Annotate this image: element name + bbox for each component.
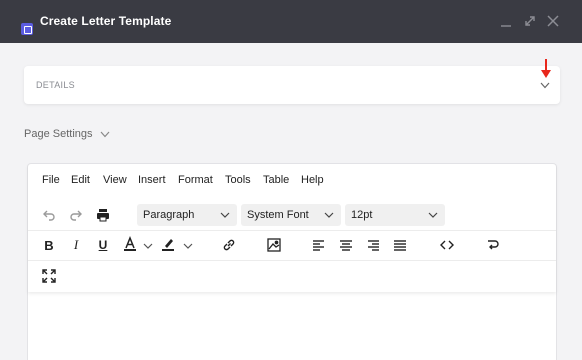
window-title: Create Letter Template bbox=[40, 14, 172, 28]
underline-button[interactable]: U bbox=[94, 236, 112, 254]
undo-button[interactable] bbox=[40, 206, 58, 224]
toolbar-row-1: Paragraph System Font 12pt bbox=[28, 202, 556, 228]
minimize-icon bbox=[501, 25, 511, 27]
text-color-button[interactable] bbox=[121, 235, 139, 253]
page-settings-toggle[interactable]: Page Settings bbox=[24, 126, 111, 142]
bold-button[interactable]: B bbox=[40, 236, 58, 254]
editor-content-area[interactable] bbox=[28, 294, 556, 360]
menu-table[interactable]: Table bbox=[263, 174, 289, 186]
align-left-icon bbox=[313, 240, 324, 251]
link-icon bbox=[223, 239, 235, 251]
link-button[interactable] bbox=[220, 236, 238, 254]
close-button[interactable] bbox=[544, 12, 562, 30]
chevron-down-icon bbox=[323, 209, 335, 221]
menu-help[interactable]: Help bbox=[301, 174, 324, 186]
redo-button[interactable] bbox=[67, 206, 85, 224]
menu-edit[interactable]: Edit bbox=[71, 174, 90, 186]
chevron-down-icon bbox=[219, 209, 231, 221]
align-left-button[interactable] bbox=[310, 236, 328, 254]
chevron-down-icon bbox=[99, 128, 111, 140]
align-justify-icon bbox=[394, 240, 406, 251]
close-icon bbox=[547, 15, 559, 27]
redo-icon bbox=[70, 210, 82, 221]
fullscreen-button[interactable] bbox=[40, 267, 58, 285]
page-settings-label: Page Settings bbox=[24, 128, 93, 140]
font-size-value: 12pt bbox=[351, 209, 373, 221]
font-family-select[interactable]: System Font bbox=[241, 204, 341, 226]
align-right-button[interactable] bbox=[364, 236, 382, 254]
annotation-arrow bbox=[541, 59, 551, 78]
menu-view[interactable]: View bbox=[103, 174, 127, 186]
align-center-button[interactable] bbox=[337, 236, 355, 254]
text-color-icon bbox=[124, 236, 136, 251]
highlight-icon bbox=[162, 239, 174, 251]
app-icon bbox=[21, 23, 33, 35]
print-icon bbox=[97, 209, 109, 222]
block-format-value: Paragraph bbox=[143, 209, 195, 221]
chevron-down-icon[interactable] bbox=[143, 241, 153, 251]
font-family-value: System Font bbox=[247, 209, 309, 221]
highlight-button[interactable] bbox=[159, 235, 177, 253]
editor-toolbar-area: File Edit View Insert Format Tools Table… bbox=[28, 164, 556, 292]
toolbar-row-2: B I U bbox=[28, 230, 556, 260]
toolbar-row-3 bbox=[28, 260, 556, 290]
minimize-button[interactable] bbox=[497, 12, 515, 30]
chevron-down-icon[interactable] bbox=[538, 78, 552, 92]
align-center-icon bbox=[340, 240, 352, 251]
menu-insert[interactable]: Insert bbox=[138, 174, 166, 186]
source-code-button[interactable] bbox=[438, 236, 456, 254]
undo-icon bbox=[43, 210, 55, 221]
titlebar: Create Letter Template bbox=[0, 0, 582, 43]
font-size-select[interactable]: 12pt bbox=[345, 204, 445, 226]
print-button[interactable] bbox=[94, 206, 112, 224]
block-format-select[interactable]: Paragraph bbox=[137, 204, 237, 226]
rich-text-editor: File Edit View Insert Format Tools Table… bbox=[27, 163, 557, 360]
align-justify-button[interactable] bbox=[391, 236, 409, 254]
expand-icon bbox=[525, 16, 535, 26]
menu-format[interactable]: Format bbox=[178, 174, 213, 186]
text-direction-button[interactable] bbox=[483, 236, 501, 254]
details-section[interactable]: DETAILS bbox=[24, 66, 560, 104]
align-right-icon bbox=[368, 240, 379, 251]
details-label: DETAILS bbox=[36, 80, 75, 90]
chevron-down-icon bbox=[427, 209, 439, 221]
image-icon bbox=[267, 238, 281, 252]
image-button[interactable] bbox=[265, 236, 283, 254]
menu-file[interactable]: File bbox=[42, 174, 60, 186]
fullscreen-icon bbox=[42, 269, 56, 283]
text-direction-icon bbox=[488, 240, 499, 250]
maximize-button[interactable] bbox=[521, 12, 539, 30]
chevron-down-icon[interactable] bbox=[183, 241, 193, 251]
italic-button[interactable]: I bbox=[67, 236, 85, 254]
source-code-icon bbox=[440, 240, 454, 250]
menu-tools[interactable]: Tools bbox=[225, 174, 251, 186]
